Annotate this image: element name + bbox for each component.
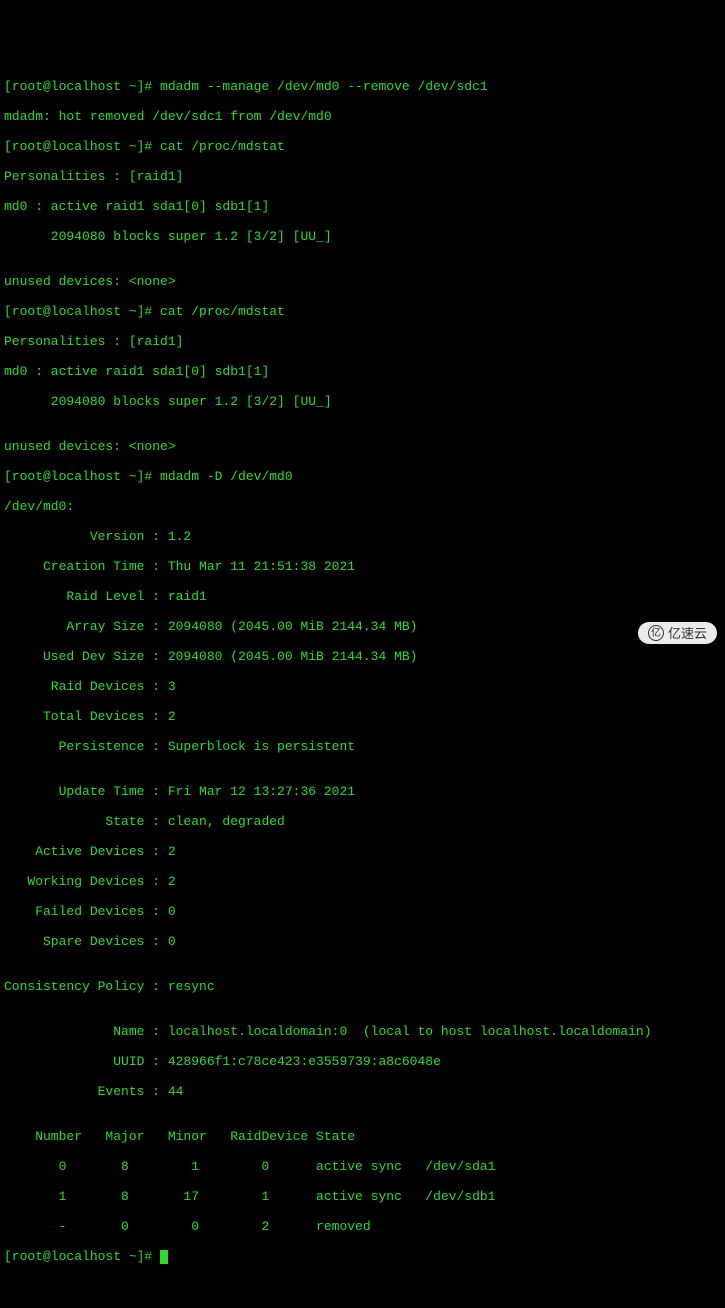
output-line: 0 8 1 0 active sync /dev/sda1 [4,1159,721,1174]
output-line: mdadm: hot removed /dev/sdc1 from /dev/m… [4,109,721,124]
prompt-line[interactable]: [root@localhost ~]# [4,1249,721,1264]
output-line: unused devices: <none> [4,274,721,289]
output-line: [root@localhost ~]# cat /proc/mdstat [4,304,721,319]
output-line: Name : localhost.localdomain:0 (local to… [4,1024,721,1039]
output-line: [root@localhost ~]# mdadm -D /dev/md0 [4,469,721,484]
output-line: Persistence : Superblock is persistent [4,739,721,754]
output-line: - 0 0 2 removed [4,1219,721,1234]
output-line: Raid Devices : 3 [4,679,721,694]
output-line: Failed Devices : 0 [4,904,721,919]
output-line: Personalities : [raid1] [4,334,721,349]
output-line: Events : 44 [4,1084,721,1099]
output-line: Version : 1.2 [4,529,721,544]
output-line: 2094080 blocks super 1.2 [3/2] [UU_] [4,229,721,244]
logo-icon: 亿 [648,625,664,641]
output-line: Total Devices : 2 [4,709,721,724]
output-line: md0 : active raid1 sda1[0] sdb1[1] [4,364,721,379]
output-line: /dev/md0: [4,499,721,514]
output-line: Raid Level : raid1 [4,589,721,604]
output-line: Working Devices : 2 [4,874,721,889]
output-line: [root@localhost ~]# cat /proc/mdstat [4,139,721,154]
output-line: md0 : active raid1 sda1[0] sdb1[1] [4,199,721,214]
output-line: Creation Time : Thu Mar 11 21:51:38 2021 [4,559,721,574]
output-line: Number Major Minor RaidDevice State [4,1129,721,1144]
output-line: UUID : 428966f1:c78ce423:e3559739:a8c604… [4,1054,721,1069]
output-line: 2094080 blocks super 1.2 [3/2] [UU_] [4,394,721,409]
watermark-badge: 亿 亿速云 [638,622,717,644]
prompt-text: [root@localhost ~]# [4,1249,160,1264]
output-line: [root@localhost ~]# mdadm --manage /dev/… [4,79,721,94]
output-line: State : clean, degraded [4,814,721,829]
cursor-icon [160,1250,168,1264]
output-line: Array Size : 2094080 (2045.00 MiB 2144.3… [4,619,721,634]
watermark-text: 亿速云 [668,626,707,641]
output-line: unused devices: <none> [4,439,721,454]
terminal-output: [root@localhost ~]# mdadm --manage /dev/… [4,64,721,1279]
output-line: Used Dev Size : 2094080 (2045.00 MiB 214… [4,649,721,664]
output-line: Personalities : [raid1] [4,169,721,184]
output-line: Active Devices : 2 [4,844,721,859]
output-line: Update Time : Fri Mar 12 13:27:36 2021 [4,784,721,799]
output-line: 1 8 17 1 active sync /dev/sdb1 [4,1189,721,1204]
output-line: Consistency Policy : resync [4,979,721,994]
output-line: Spare Devices : 0 [4,934,721,949]
